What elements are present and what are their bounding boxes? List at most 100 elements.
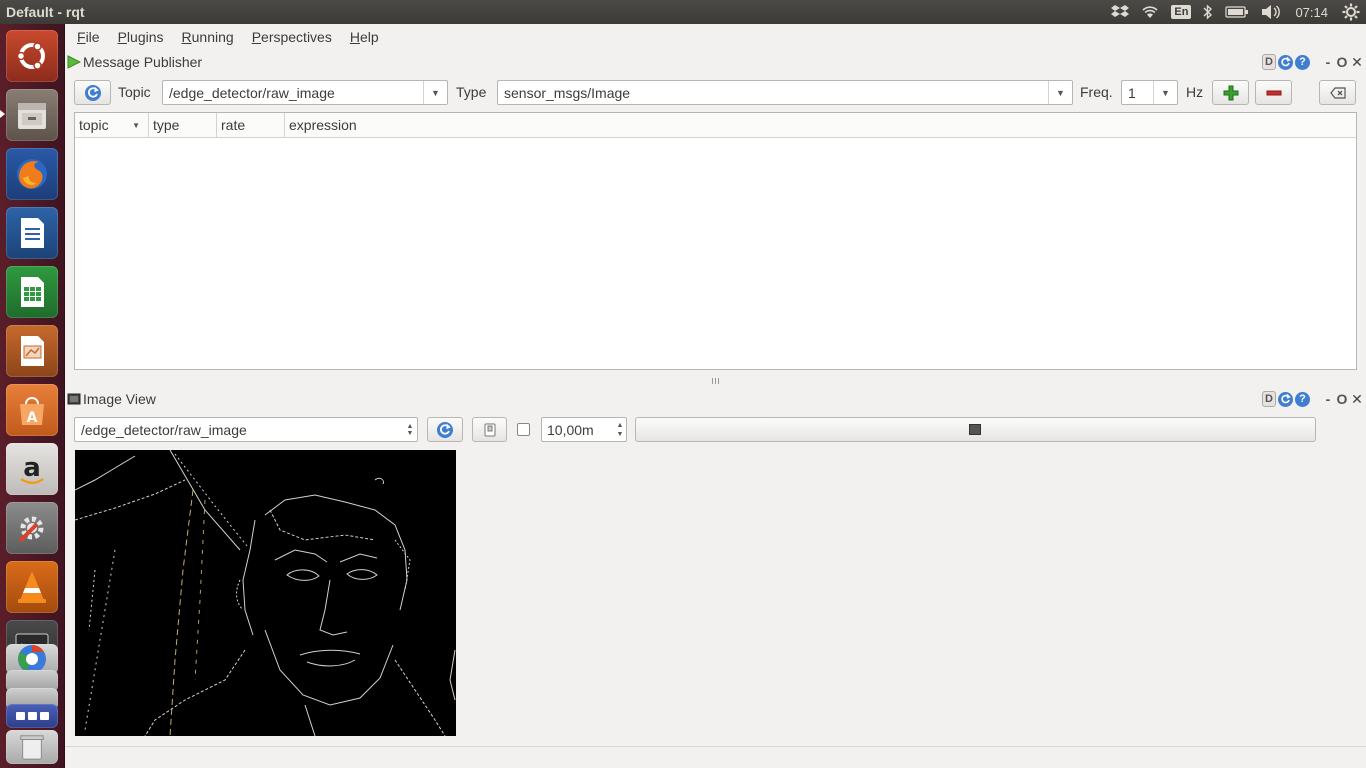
column-topic[interactable]: topic ▼ bbox=[75, 113, 149, 137]
chevron-down-icon: ▼ bbox=[1153, 81, 1177, 104]
sort-desc-icon: ▼ bbox=[132, 120, 140, 130]
top-panel: Default - rqt En 07:14 bbox=[0, 0, 1366, 24]
save-icon bbox=[484, 423, 495, 436]
chevron-down-icon: ▼ bbox=[423, 81, 447, 104]
battery-icon[interactable] bbox=[1225, 0, 1249, 24]
type-value: sensor_msgs/Image bbox=[504, 84, 631, 101]
message-publisher-dock-buttons: D ? - O ✕ bbox=[1262, 54, 1364, 70]
play-icon bbox=[67, 55, 81, 69]
image-display bbox=[75, 450, 456, 736]
float-button[interactable]: O bbox=[1336, 54, 1348, 70]
rqt-window: File Plugins Running Perspectives Help M… bbox=[65, 24, 1366, 768]
column-rate[interactable]: rate bbox=[217, 113, 285, 137]
ubuntu-dash-icon[interactable] bbox=[6, 30, 58, 82]
column-topic-label: topic bbox=[79, 117, 109, 133]
amazon-icon[interactable]: a bbox=[6, 443, 58, 495]
help-button[interactable]: ? bbox=[1295, 391, 1310, 407]
menu-help[interactable]: Help bbox=[350, 29, 389, 45]
calc-icon[interactable] bbox=[6, 266, 58, 318]
splitter-handle[interactable] bbox=[705, 378, 725, 384]
image-topic-combobox[interactable]: /edge_detector/raw_image ▲ ▼ bbox=[74, 417, 418, 442]
window-title: Default - rqt bbox=[6, 4, 85, 20]
float-button[interactable]: O bbox=[1336, 391, 1348, 407]
message-publisher-titlebar[interactable]: Message Publisher D ? - O ✕ bbox=[65, 51, 1366, 73]
hz-label: Hz bbox=[1186, 84, 1204, 100]
refresh-topics-button[interactable] bbox=[74, 80, 111, 105]
minimize-button[interactable]: - bbox=[1322, 54, 1334, 70]
menu-running[interactable]: Running bbox=[182, 29, 244, 45]
edge-detection-image bbox=[75, 450, 456, 736]
spin-arrows-icon: ▲ ▼ bbox=[616, 421, 624, 438]
publishers-table[interactable]: topic ▼ type rate expression bbox=[74, 112, 1357, 370]
save-image-button[interactable] bbox=[472, 417, 507, 442]
writer-icon[interactable] bbox=[6, 207, 58, 259]
refresh-icon bbox=[84, 84, 101, 101]
launcher: A a >_ bbox=[0, 24, 65, 768]
wifi-icon[interactable] bbox=[1141, 0, 1159, 24]
svg-text:A: A bbox=[27, 410, 38, 426]
column-type-label: type bbox=[153, 117, 180, 133]
settings-icon[interactable] bbox=[1342, 0, 1360, 24]
table-header: topic ▼ type rate expression bbox=[75, 113, 1356, 138]
chevron-down-icon: ▼ bbox=[1048, 81, 1072, 104]
max-range-spinbox[interactable]: 10,00m ▲ ▼ bbox=[541, 417, 627, 442]
refresh-image-topics-button[interactable] bbox=[427, 417, 463, 442]
menu-file-label: File bbox=[77, 28, 100, 45]
menu-plugins-label: Plugins bbox=[117, 28, 164, 45]
plus-icon bbox=[1223, 85, 1238, 100]
message-publisher-title: Message Publisher bbox=[83, 54, 203, 70]
menubar: File Plugins Running Perspectives Help bbox=[65, 24, 1366, 49]
detach-button[interactable]: D bbox=[1262, 54, 1276, 70]
max-range-value: 10,00m bbox=[547, 421, 594, 438]
reload-button[interactable] bbox=[1278, 391, 1293, 407]
add-publisher-button[interactable] bbox=[1212, 80, 1249, 105]
topic-combobox[interactable]: /edge_detector/raw_image ▼ bbox=[162, 80, 448, 105]
software-center-icon[interactable]: A bbox=[6, 384, 58, 436]
type-label: Type bbox=[456, 84, 487, 100]
detach-button[interactable]: D bbox=[1262, 391, 1276, 407]
menu-file[interactable]: File bbox=[77, 29, 110, 45]
close-button[interactable]: ✕ bbox=[1350, 391, 1364, 407]
status-bar bbox=[65, 746, 1366, 768]
column-type[interactable]: type bbox=[149, 113, 217, 137]
slider-handle[interactable] bbox=[969, 424, 981, 435]
clear-button[interactable] bbox=[1319, 80, 1356, 105]
topic-label: Topic bbox=[118, 84, 151, 100]
image-view-titlebar[interactable]: Image View D ? - O ✕ bbox=[65, 388, 1366, 410]
type-combobox[interactable]: sensor_msgs/Image ▼ bbox=[497, 80, 1073, 105]
dynamic-range-checkbox[interactable] bbox=[517, 423, 530, 436]
impress-icon[interactable] bbox=[6, 325, 58, 377]
bluetooth-icon[interactable] bbox=[1203, 0, 1213, 24]
running-indicator bbox=[0, 110, 5, 118]
firefox-icon[interactable] bbox=[6, 148, 58, 200]
column-expression[interactable]: expression bbox=[285, 113, 1356, 137]
menu-plugins[interactable]: Plugins bbox=[118, 29, 174, 45]
remove-publisher-button[interactable] bbox=[1255, 80, 1292, 105]
spin-arrows-icon: ▲ ▼ bbox=[406, 422, 414, 437]
freq-combobox[interactable]: 1 ▼ bbox=[1121, 80, 1178, 105]
column-expression-label: expression bbox=[289, 117, 357, 133]
trash-icon[interactable] bbox=[6, 730, 58, 764]
refresh-icon bbox=[437, 421, 453, 438]
volume-icon[interactable] bbox=[1261, 0, 1281, 24]
files-icon[interactable] bbox=[6, 89, 58, 141]
system-settings-icon[interactable] bbox=[6, 502, 58, 554]
reload-button[interactable] bbox=[1278, 54, 1293, 70]
minus-icon bbox=[1266, 90, 1281, 95]
keyboard-layout[interactable]: En bbox=[1171, 0, 1192, 24]
workspace-switcher-icon[interactable] bbox=[6, 704, 58, 728]
svg-text:a: a bbox=[23, 453, 41, 483]
dropbox-icon[interactable] bbox=[1111, 0, 1130, 24]
clock[interactable]: 07:14 bbox=[1295, 0, 1328, 24]
max-range-slider[interactable] bbox=[635, 417, 1316, 442]
vlc-icon[interactable] bbox=[6, 561, 58, 613]
column-rate-label: rate bbox=[221, 117, 246, 133]
close-button[interactable]: ✕ bbox=[1350, 54, 1364, 70]
topic-value: /edge_detector/raw_image bbox=[169, 84, 335, 101]
clear-icon bbox=[1329, 86, 1346, 99]
image-view-icon bbox=[67, 393, 81, 405]
image-topic-value: /edge_detector/raw_image bbox=[81, 421, 247, 438]
help-button[interactable]: ? bbox=[1295, 54, 1310, 70]
menu-perspectives[interactable]: Perspectives bbox=[252, 29, 342, 45]
minimize-button[interactable]: - bbox=[1322, 391, 1334, 407]
